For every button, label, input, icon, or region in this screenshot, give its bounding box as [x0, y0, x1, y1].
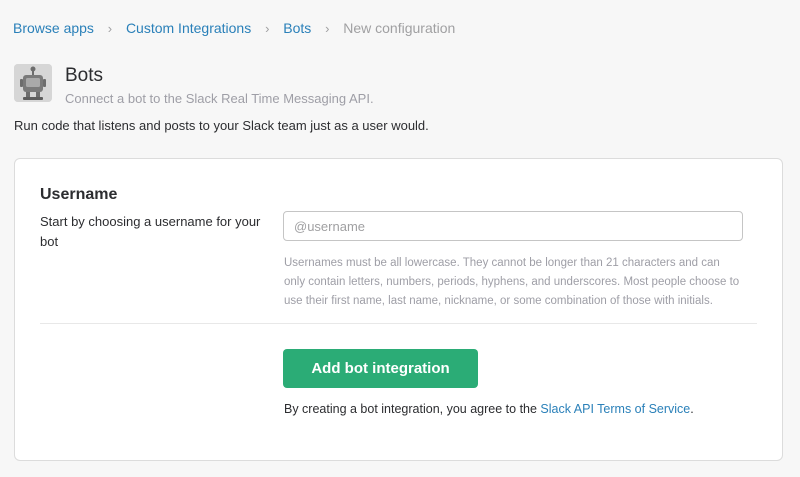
add-bot-integration-button[interactable]: Add bot integration — [283, 349, 478, 388]
breadcrumb-browse-apps[interactable]: Browse apps — [13, 20, 94, 36]
terms-text: By creating a bot integration, you agree… — [284, 402, 694, 416]
chevron-right-icon: › — [107, 20, 113, 36]
username-note: Usernames must be all lowercase. They ca… — [284, 257, 740, 307]
divider — [40, 323, 757, 324]
username-input[interactable] — [283, 211, 743, 241]
breadcrumb-bots[interactable]: Bots — [283, 20, 311, 36]
breadcrumb-custom-integrations[interactable]: Custom Integrations — [126, 20, 251, 36]
terms-prefix: By creating a bot integration, you agree… — [284, 402, 541, 416]
chevron-right-icon: › — [265, 20, 270, 36]
robot-icon — [14, 64, 52, 102]
username-title: Username — [40, 186, 118, 203]
configuration-card: Username Start by choosing a username fo… — [14, 158, 783, 461]
breadcrumb: Browse apps › Custom Integrations › Bots… — [13, 19, 455, 37]
chevron-right-icon: › — [325, 20, 330, 36]
username-help: Start by choosing a username for your bo… — [40, 214, 261, 249]
app-title: Bots — [65, 65, 104, 86]
breadcrumb-current: New configuration — [343, 20, 456, 36]
terms-of-service-link[interactable]: Slack API Terms of Service — [540, 402, 690, 416]
app-description: Run code that listens and posts to your … — [14, 118, 429, 133]
app-subtitle: Connect a bot to the Slack Real Time Mes… — [65, 91, 374, 106]
terms-suffix: . — [690, 402, 694, 416]
app-header: Bots Connect a bot to the Slack Real Tim… — [14, 64, 374, 107]
